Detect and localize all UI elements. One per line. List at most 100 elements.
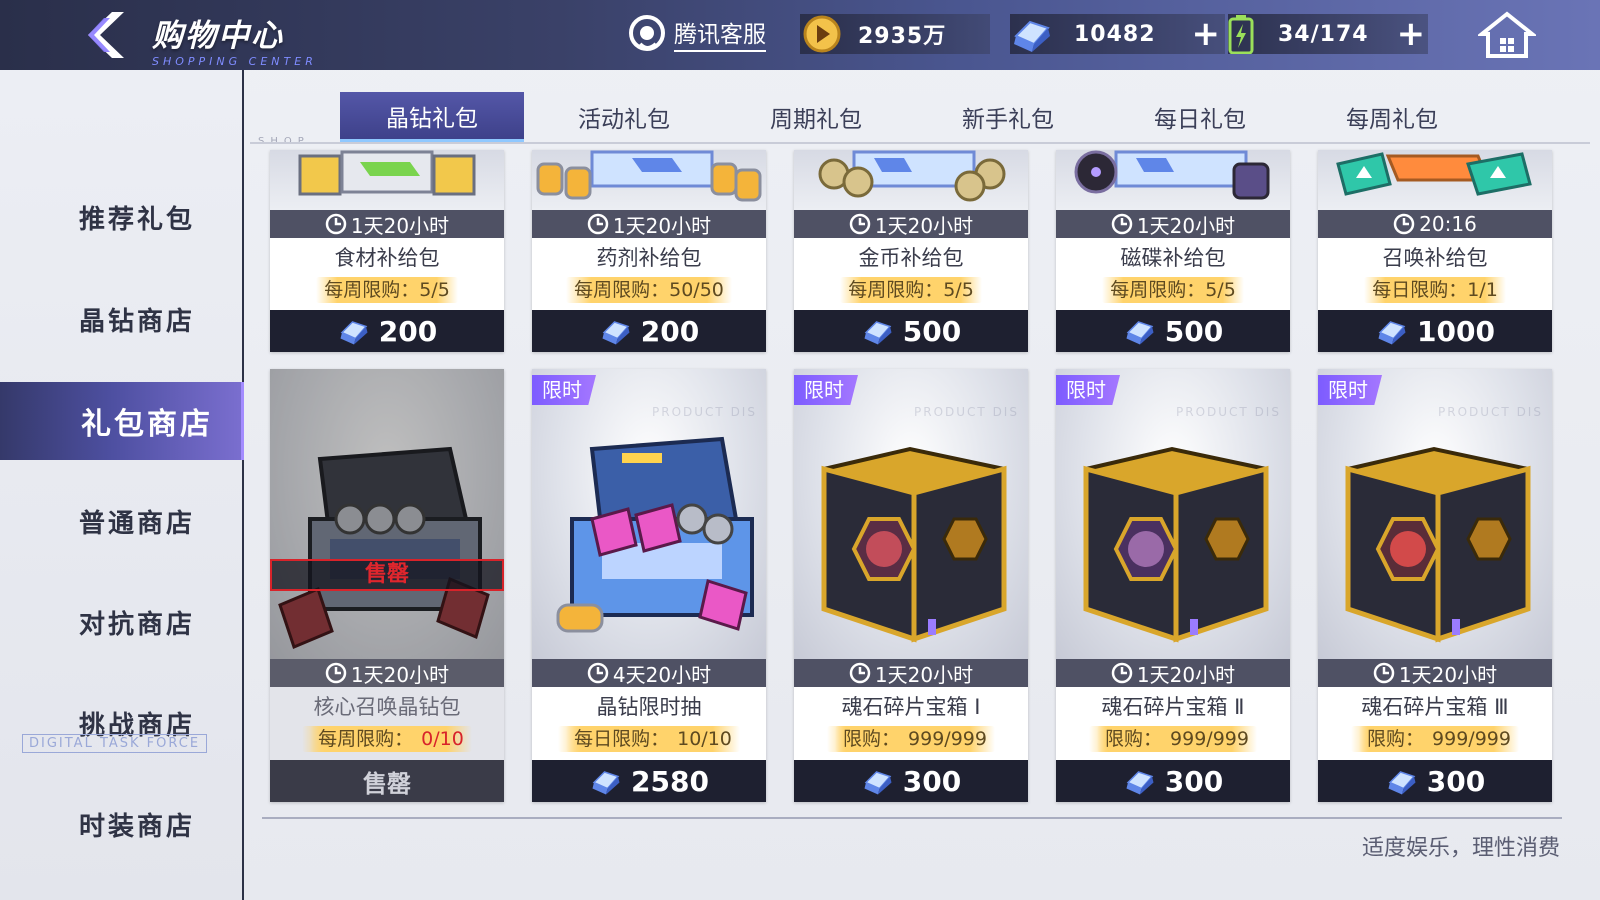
product-card[interactable]: 限时 PRODUCT DIS 4天20小时 晶钻限时抽 每日限购： 10/10 2… [532, 369, 766, 802]
purchase-limit: 每周限购：5/5 [1056, 277, 1290, 303]
price-value: 300 [1426, 764, 1486, 798]
timer-text: 1天20小时 [1398, 662, 1498, 687]
product-card[interactable]: 1天20小时 磁碟补给包 每周限购：5/5 500 [1056, 150, 1290, 352]
price-button[interactable]: 300 [1318, 760, 1552, 802]
crystal-icon [592, 771, 620, 795]
purchase-limit: 每周限购： 0/10 [270, 726, 504, 752]
price-button[interactable]: 200 [532, 310, 766, 352]
add-stamina-button[interactable]: + [1397, 17, 1426, 51]
tab-crystal-packs[interactable]: 晶钻礼包 [340, 92, 524, 142]
product-card[interactable]: 1天20小时 金币补给包 每周限购：5/5 500 [794, 150, 1028, 352]
gold-amount: 2935万 [858, 24, 947, 49]
sold-out-banner: 售罄 [270, 559, 504, 591]
countdown-timer: 1天20小时 [1318, 659, 1552, 687]
tab-newbie-packs[interactable]: 新手礼包 [916, 92, 1100, 142]
limited-time-tag: 限时 [794, 375, 858, 405]
tab-event-packs[interactable]: 活动礼包 [532, 92, 716, 142]
price-button[interactable]: 200 [270, 310, 504, 352]
nav-deco-text: DIGITAL TASK FORCE [22, 734, 208, 753]
crystal-amount: 10482 [1074, 21, 1156, 47]
product-card[interactable]: 1天20小时 药剂补给包 每周限购：50/50 200 [532, 150, 766, 352]
price-button[interactable]: 300 [794, 760, 1028, 802]
product-image [532, 150, 766, 210]
product-card[interactable]: 限时 PRODUCT DIS 1天20小时 魂石碎片宝箱 Ⅲ 限购： 999/99… [1318, 369, 1552, 802]
sold-out-button: 售罄 [270, 760, 504, 802]
nav-item-pack-shop[interactable]: 礼包商店 [0, 382, 244, 460]
home-icon [1476, 11, 1538, 58]
watermark-text: PRODUCT DIS [652, 405, 757, 419]
product-card[interactable]: 20:16 召唤补给包 每日限购：1/1 1000 [1318, 150, 1552, 352]
tab-weekly-packs[interactable]: 每周礼包 [1300, 92, 1484, 142]
clock-icon [1111, 662, 1133, 684]
purchase-limit-prefix: 限购： [835, 726, 909, 752]
purchase-limit-text: 每周限购：5/5 [840, 277, 982, 303]
purchase-limit: 每日限购：1/1 [1318, 277, 1552, 303]
product-name: 金币补给包 [858, 246, 964, 270]
product-card[interactable]: 限时 PRODUCT DIS 1天20小时 魂石碎片宝箱 Ⅱ 限购： 999/99… [1056, 369, 1290, 802]
product-name: 魂石碎片宝箱 Ⅲ [1361, 695, 1509, 719]
timer-text: 1天20小时 [874, 662, 974, 687]
customer-service-icon [629, 15, 665, 51]
nav-item-label: 礼包商店 [81, 407, 213, 442]
timer-text: 1天20小时 [350, 662, 450, 687]
price-button[interactable]: 300 [1056, 760, 1290, 802]
product-card[interactable]: 限时 PRODUCT DIS 1天20小时 魂石碎片宝箱 Ⅰ 限购： 999/99… [794, 369, 1028, 802]
nav-item-general-shop[interactable]: 普通商店 [0, 484, 244, 558]
purchase-limit: 限购： 999/999 [1056, 726, 1290, 752]
customer-service-label: 腾讯客服 [674, 15, 766, 52]
crystal-icon [1014, 20, 1050, 52]
purchase-limit-value: 0/10 [421, 728, 464, 750]
countdown-timer: 1天20小时 [1056, 659, 1290, 687]
crystal-icon [1126, 771, 1154, 795]
back-button[interactable] [80, 10, 130, 60]
tab-periodic-packs[interactable]: 周期礼包 [724, 92, 908, 142]
add-crystal-button[interactable]: + [1192, 17, 1221, 51]
price-button[interactable]: 500 [1056, 310, 1290, 352]
watermark-text: PRODUCT DIS [1438, 405, 1543, 419]
price-value: 500 [1164, 314, 1224, 348]
purchase-limit-value: 999/999 [1170, 728, 1249, 750]
home-button[interactable] [1476, 10, 1538, 60]
product-card[interactable]: 售罄 1天20小时 核心召唤晶钻包 每周限购： 0/10 售罄 [270, 369, 504, 802]
nav-item-crystal-shop[interactable]: 晶钻商店 [0, 282, 244, 356]
timer-text: 1天20小时 [350, 213, 450, 238]
product-name: 磁碟补给包 [1120, 246, 1226, 270]
product-image [270, 150, 504, 210]
nav-item-pvp-shop[interactable]: 对抗商店 [0, 585, 244, 659]
purchase-limit-prefix: 每周限购： [310, 726, 422, 752]
nav-item-fashion-shop[interactable]: 时装商店 [0, 787, 244, 861]
top-bar: 购物中心 SHOPPING CENTER 腾讯客服 2935万 10482 + [0, 0, 1600, 70]
timer-text: 1天20小时 [874, 213, 974, 238]
clock-icon [849, 662, 871, 684]
countdown-timer: 1天20小时 [794, 210, 1028, 238]
stamina-amount: 34/174 [1278, 21, 1369, 47]
timer-text: 1天20小时 [1136, 662, 1236, 687]
limited-time-tag: 限时 [532, 375, 596, 405]
price-button[interactable]: 2580 [532, 760, 766, 802]
purchase-limit: 限购： 999/999 [1318, 726, 1552, 752]
tab-daily-packs[interactable]: 每日礼包 [1108, 92, 1292, 142]
price-button[interactable]: 1000 [1318, 310, 1552, 352]
purchase-limit-text: 每周限购：5/5 [1102, 277, 1244, 303]
page-subtitle: SHOPPING CENTER [152, 55, 317, 68]
battery-icon [1228, 15, 1254, 54]
page-title-block: 购物中心 SHOPPING CENTER [152, 10, 317, 68]
gold-coin-icon [803, 15, 841, 53]
nav-item-recommended-packs[interactable]: 推荐礼包 [0, 180, 244, 254]
stamina-resource: 34/174 + [1228, 14, 1428, 54]
customer-service-button[interactable]: 腾讯客服 [628, 14, 766, 52]
nav-item-label: 推荐礼包 [78, 204, 195, 235]
countdown-timer: 1天20小时 [270, 210, 504, 238]
limited-time-tag: 限时 [1318, 375, 1382, 405]
footer-note: 适度娱乐，理性消费 [1361, 836, 1560, 861]
purchase-limit-text: 每周限购：5/5 [316, 277, 458, 303]
countdown-timer: 4天20小时 [532, 659, 766, 687]
tab-bar: 晶钻礼包 活动礼包 周期礼包 新手礼包 每日礼包 每周礼包 [250, 92, 1600, 142]
product-name: 晶钻限时抽 [596, 695, 702, 719]
timer-text: 1天20小时 [612, 213, 712, 238]
price-value: 1000 [1417, 314, 1495, 348]
nav-item-label: 对抗商店 [78, 609, 195, 640]
product-card[interactable]: 1天20小时 食材补给包 每周限购：5/5 200 [270, 150, 504, 352]
countdown-timer: 20:16 [1318, 210, 1552, 238]
price-button[interactable]: 500 [794, 310, 1028, 352]
